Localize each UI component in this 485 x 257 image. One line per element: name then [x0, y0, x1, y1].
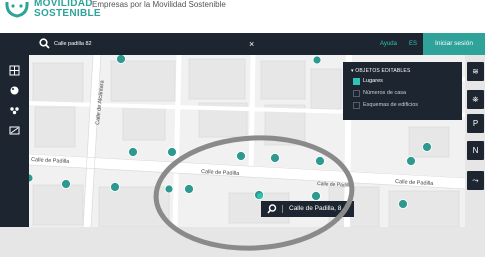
left-toolbar: [0, 55, 29, 227]
grid-icon[interactable]: [8, 64, 21, 77]
map-poi[interactable]: [398, 199, 408, 209]
group-icon[interactable]: [8, 104, 21, 117]
layer-option-house-numbers[interactable]: Números de casa: [351, 87, 454, 99]
map-poi[interactable]: [311, 191, 321, 201]
map-poi[interactable]: [167, 147, 177, 157]
language-selector[interactable]: ES: [409, 33, 417, 55]
clear-search-icon[interactable]: ×: [249, 37, 254, 51]
layer-label-building-outlines: Esquemas de edificios: [363, 102, 419, 108]
search-result-icon: [267, 204, 277, 214]
map-poi[interactable]: [422, 142, 432, 152]
search-result-label: Calle de Padilla, 8: [289, 205, 342, 212]
add-number-icon[interactable]: N: [467, 141, 484, 160]
add-route-icon[interactable]: ⤳: [467, 171, 484, 190]
layers-panel: ▾ OBJETOS EDITABLES Lugares Números de c…: [343, 62, 462, 120]
layers-icon[interactable]: ≋: [467, 62, 484, 81]
map-poi[interactable]: [110, 182, 120, 192]
search-result-tooltip[interactable]: Calle de Padilla, 8: [261, 201, 354, 217]
tooltip-divider: [282, 205, 283, 213]
layer-option-building-outlines[interactable]: Esquemas de edificios: [351, 99, 454, 111]
map-poi[interactable]: [315, 156, 325, 166]
layer-checkbox-building-outlines[interactable]: [353, 102, 360, 109]
brand-banner: MOVILIDAD SOSTENIBLE Empresas por la Mov…: [0, 0, 485, 33]
top-bar: × Ayuda ES Iniciar sesión: [0, 33, 485, 55]
layer-checkbox-places[interactable]: [353, 78, 360, 85]
layer-checkbox-house-numbers[interactable]: [353, 90, 360, 97]
search-icon[interactable]: [39, 38, 50, 49]
brand-logo: [5, 1, 29, 18]
map-poi[interactable]: [406, 156, 416, 166]
map-poi[interactable]: [184, 184, 194, 194]
map-poi[interactable]: [116, 55, 126, 64]
layer-label-house-numbers: Números de casa: [363, 90, 407, 96]
login-button[interactable]: Iniciar sesión: [423, 33, 485, 55]
bottom-area: [0, 227, 485, 257]
help-link[interactable]: Ayuda: [380, 33, 397, 55]
palette-icon[interactable]: [8, 84, 21, 97]
add-bike-icon[interactable]: ⛯: [467, 90, 484, 109]
image-icon[interactable]: [8, 124, 21, 137]
add-parking-icon[interactable]: P: [467, 114, 484, 133]
brand-line-2: SOSTENIBLE: [34, 8, 101, 19]
brand-name: MOVILIDAD SOSTENIBLE: [34, 0, 101, 19]
map-poi[interactable]: [270, 153, 280, 163]
map-poi[interactable]: [61, 179, 71, 189]
selected-location-marker: [257, 193, 263, 199]
layer-label-places: Lugares: [363, 78, 383, 84]
layers-panel-title[interactable]: ▾ OBJETOS EDITABLES: [351, 67, 454, 75]
map-poi[interactable]: [236, 151, 246, 161]
layer-option-places[interactable]: Lugares: [351, 75, 454, 87]
brand-tagline: Empresas por la Movilidad Sostenible: [92, 0, 226, 9]
map-poi[interactable]: [128, 147, 138, 157]
app-root: MOVILIDAD SOSTENIBLE Empresas por la Mov…: [0, 0, 485, 257]
right-toolbar: ≋ ⛯ P N ⤳: [465, 55, 485, 227]
map-poi[interactable]: [312, 55, 322, 65]
map-poi[interactable]: [164, 184, 174, 194]
search-input[interactable]: [54, 37, 234, 51]
